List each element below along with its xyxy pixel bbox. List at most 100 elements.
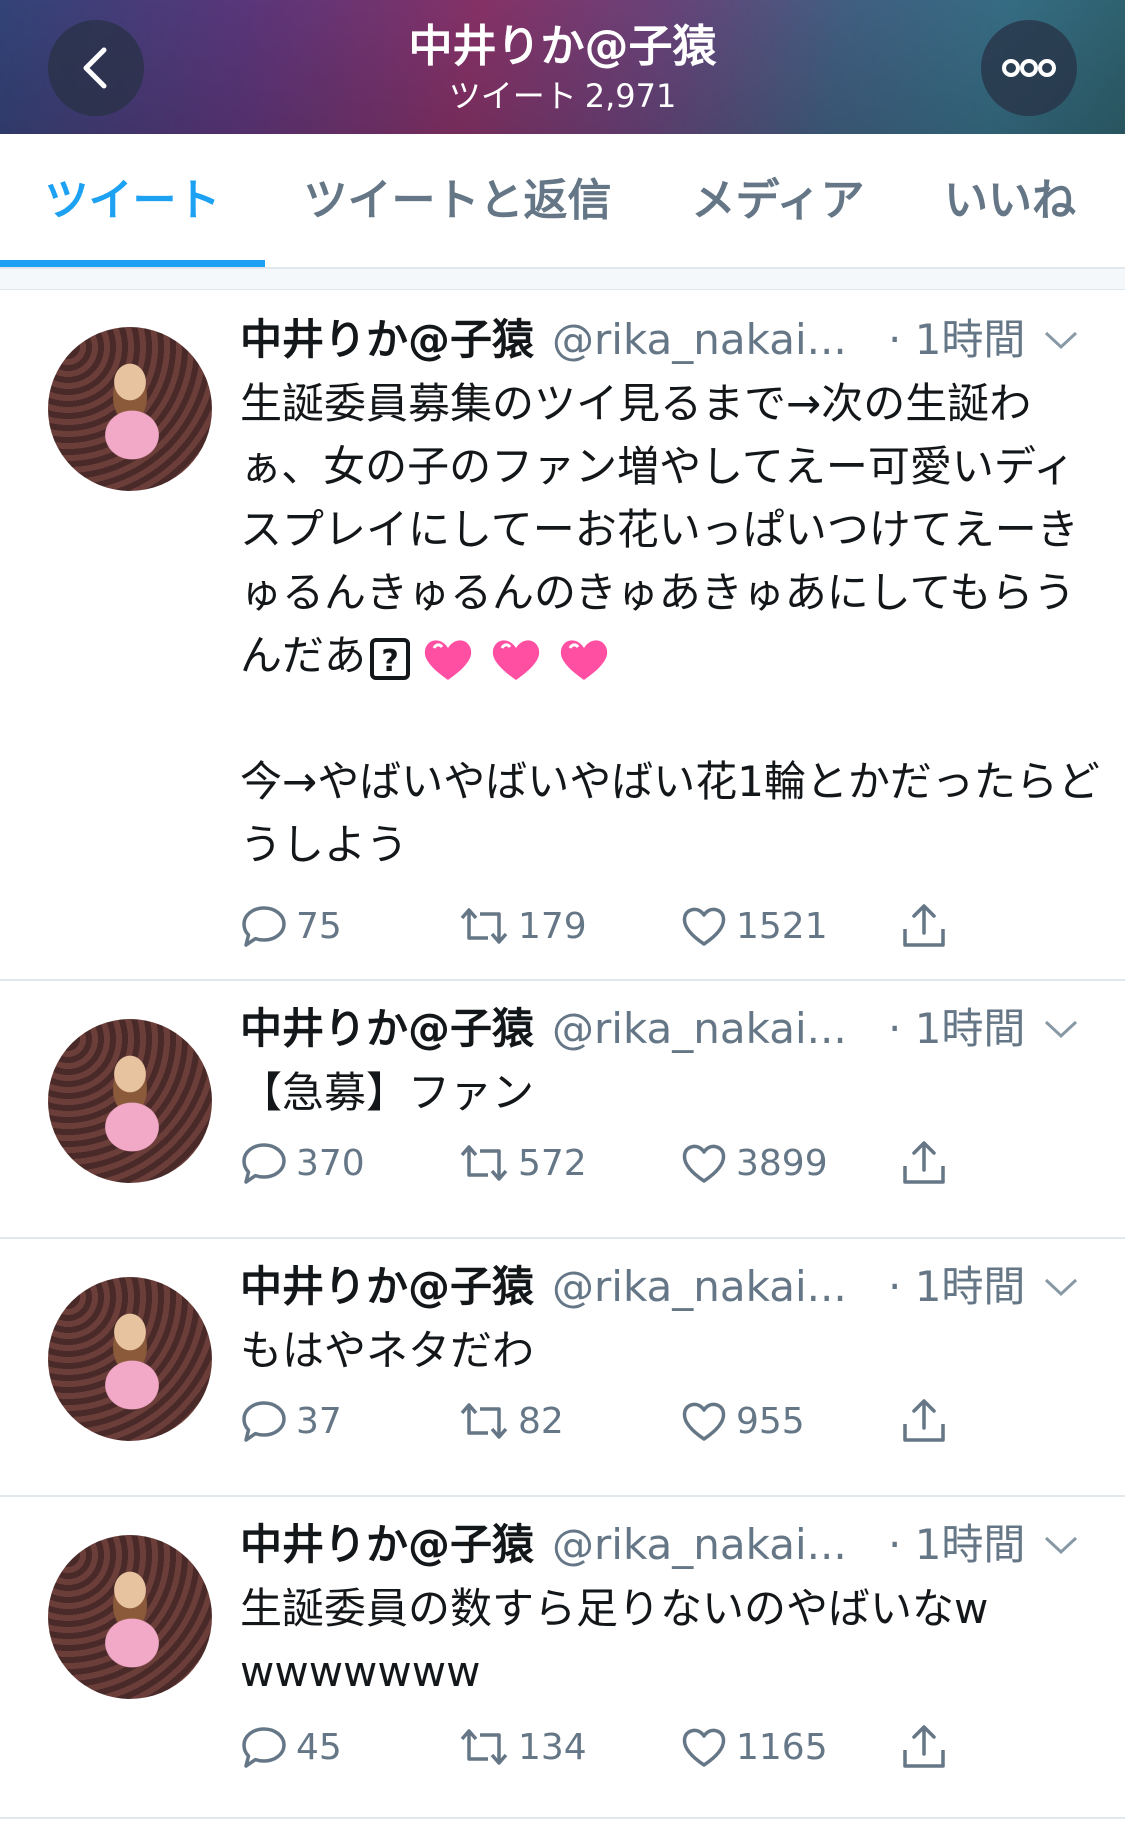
tab-tweets-and-replies[interactable]: ツイートと返信 [280, 134, 635, 267]
tab-media[interactable]: メディア [668, 134, 888, 267]
tweet-menu-button[interactable] [1043, 999, 1079, 1059]
reply-button[interactable]: 370 [240, 1135, 365, 1191]
like-button[interactable]: 1521 [680, 898, 828, 954]
tweet-timestamp: · 1時間 [888, 1262, 1026, 1311]
tweet-author: 中井りか@子猿 @rika_nakai... [240, 999, 847, 1059]
question-emoji-icon: ? [370, 637, 411, 680]
tweet-text-part-2: 今→やばいやばいやばい花1輪とかだったらどうしよう [240, 757, 1100, 869]
tweet-menu-button[interactable] [1043, 1257, 1079, 1317]
author-handle[interactable]: @rika_nakai... [552, 1004, 847, 1053]
tweet-actions: 45 134 1165 [240, 1719, 1100, 1775]
reply-count: 75 [296, 905, 342, 947]
section-divider [0, 269, 1125, 290]
tweet-card[interactable]: 中井りか@子猿 @rika_nakai... · 1時間 生誕委員の数すら足りない… [0, 1497, 1125, 1819]
profile-tabs: ツイート ツイートと返信 メディア いいね [0, 134, 1125, 269]
profile-name: 中井りか@子猿 [408, 21, 717, 72]
retweet-icon [460, 1403, 508, 1439]
tab-tweets[interactable]: ツイート [0, 134, 265, 267]
avatar[interactable] [48, 1277, 212, 1441]
author-handle[interactable]: @rika_nakai... [552, 315, 847, 364]
heart-icon [682, 907, 726, 946]
tweet-author: 中井りか@子猿 @rika_nakai... [240, 1257, 847, 1317]
heart-emoji-icon [424, 639, 472, 680]
tweet-author: 中井りか@子猿 @rika_nakai... [240, 310, 847, 370]
chevron-down-icon [1044, 331, 1078, 350]
profile-header: 中井りか@子猿 ツイート 2,971 [0, 0, 1125, 134]
reply-icon [242, 1727, 286, 1768]
avatar[interactable] [48, 1535, 212, 1699]
author-handle[interactable]: @rika_nakai... [552, 1520, 847, 1569]
tweet-actions: 75 179 1521 [240, 898, 1100, 954]
tweet-card[interactable]: 中井りか@子猿 @rika_nakai... · 1時間 生誕委員募集のツイ見るま… [0, 290, 1125, 981]
share-button[interactable] [900, 1393, 956, 1449]
share-icon [903, 1141, 945, 1184]
chevron-down-icon [1044, 1278, 1078, 1297]
retweet-button[interactable]: 572 [458, 1135, 587, 1191]
tweet-count-label: ツイート [448, 77, 577, 115]
tweet-timestamp: · 1時間 [888, 1520, 1026, 1569]
tweet-actions: 37 82 955 [240, 1393, 1100, 1449]
more-dots-icon [1002, 59, 1056, 77]
tweet-text: 生誕委員の数すら足りないのやばいなwwwwwwww [240, 1584, 989, 1696]
tweet-menu-button[interactable] [1043, 310, 1079, 370]
heart-icon [682, 1144, 726, 1183]
reply-icon [242, 906, 286, 947]
tweet-text-part-1: 生誕委員募集のツイ見るまで→次の生誕わぁ、女の子のファン増やしてえー可愛いディス… [240, 379, 1079, 680]
tweet-menu-button[interactable] [1043, 1515, 1079, 1575]
heart-icon [682, 1728, 726, 1767]
reply-icon [242, 1401, 286, 1442]
author-name[interactable]: 中井りか@子猿 [240, 1262, 534, 1311]
tweet-card[interactable]: 中井りか@子猿 @rika_nakai... · 1時間 【急募】ファン 370 … [0, 981, 1125, 1239]
avatar[interactable] [48, 327, 212, 491]
retweet-icon [460, 908, 508, 944]
like-button[interactable]: 955 [680, 1393, 805, 1449]
chevron-down-icon [1044, 1536, 1078, 1555]
like-count: 1165 [736, 1726, 828, 1768]
retweet-count: 179 [518, 905, 587, 947]
reply-icon [242, 1143, 286, 1184]
share-icon [903, 1399, 945, 1442]
share-button[interactable] [900, 1719, 956, 1775]
like-button[interactable]: 3899 [680, 1135, 828, 1191]
tab-likes[interactable]: いいね [930, 134, 1090, 267]
active-tab-indicator [0, 260, 265, 267]
tweet-timestamp: · 1時間 [888, 315, 1026, 364]
author-name[interactable]: 中井りか@子猿 [240, 315, 534, 364]
chevron-down-icon [1044, 1020, 1078, 1039]
author-handle[interactable]: @rika_nakai... [552, 1262, 847, 1311]
reply-count: 37 [296, 1400, 342, 1442]
more-options-button[interactable] [981, 20, 1077, 116]
share-icon [903, 904, 945, 947]
share-button[interactable] [900, 898, 956, 954]
avatar[interactable] [48, 1019, 212, 1183]
reply-count: 45 [296, 1726, 342, 1768]
like-button[interactable]: 1165 [680, 1719, 828, 1775]
retweet-count: 82 [518, 1400, 564, 1442]
reply-button[interactable]: 75 [240, 898, 342, 954]
tweet-author: 中井りか@子猿 @rika_nakai... [240, 1515, 847, 1575]
like-count: 3899 [736, 1142, 828, 1184]
tweet-timestamp: · 1時間 [888, 1004, 1026, 1053]
retweet-button[interactable]: 82 [458, 1393, 564, 1449]
author-name[interactable]: 中井りか@子猿 [240, 1520, 534, 1569]
like-count: 1521 [736, 905, 828, 947]
retweet-count: 134 [518, 1726, 587, 1768]
reply-count: 370 [296, 1142, 365, 1184]
reply-button[interactable]: 37 [240, 1393, 342, 1449]
retweet-button[interactable]: 179 [458, 898, 587, 954]
reply-button[interactable]: 45 [240, 1719, 342, 1775]
tweet-card[interactable]: 中井りか@子猿 @rika_nakai... · 1時間 もはやネタだわ 37 8… [0, 1239, 1125, 1497]
retweet-button[interactable]: 134 [458, 1719, 587, 1775]
tweet-count: ツイート 2,971 [0, 76, 1125, 116]
heart-emoji-icon [492, 639, 540, 680]
share-button[interactable] [900, 1135, 956, 1191]
tweet-actions: 370 572 3899 [240, 1135, 1100, 1191]
share-icon [903, 1725, 945, 1768]
heart-emoji-icon [560, 639, 608, 680]
tweet-count-value: 2,971 [584, 77, 677, 115]
tweet-text: もはやネタだわ [240, 1326, 535, 1375]
retweet-count: 572 [518, 1142, 587, 1184]
retweet-icon [460, 1145, 508, 1181]
tweet-text: 生誕委員募集のツイ見るまで→次の生誕わぁ、女の子のファン増やしてえー可愛いディス… [240, 372, 1100, 687]
author-name[interactable]: 中井りか@子猿 [240, 1004, 534, 1053]
